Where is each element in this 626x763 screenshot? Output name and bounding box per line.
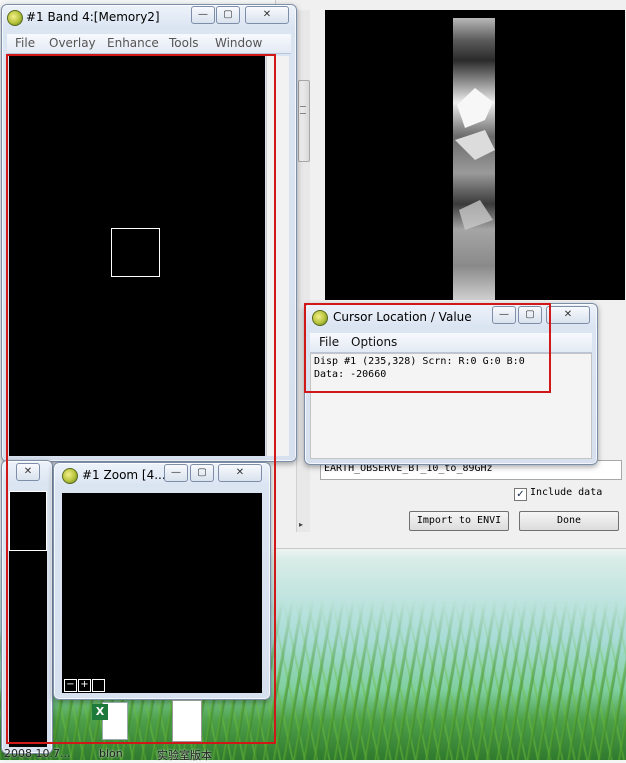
envi-app-icon — [62, 468, 78, 484]
desktop-label-lab-version[interactable]: 实验室版本 — [157, 747, 212, 763]
zoom-window[interactable]: #1 Zoom [4... — ▢ ✕ − + — [53, 462, 271, 700]
cursor-data-line: Data: -20660 — [314, 369, 387, 380]
band-window-scrollbar[interactable] — [266, 56, 289, 456]
scroll-window-close-button[interactable]: ✕ — [16, 463, 40, 481]
maximize-button[interactable]: ▢ — [518, 306, 542, 324]
cursor-window-menubar: File Options — [310, 333, 592, 353]
maximize-button[interactable]: ▢ — [216, 6, 240, 24]
band-window[interactable]: #1 Band 4:[Memory2] — ▢ ✕ File Overlay E… — [1, 4, 297, 462]
desktop-label-2008[interactable]: 2008 10.7... — [4, 747, 70, 760]
menu-file[interactable]: File — [319, 335, 339, 349]
cursor-window-title: Cursor Location / Value — [333, 310, 472, 324]
menu-enhance[interactable]: Enhance — [107, 36, 159, 50]
done-button[interactable]: Done — [519, 511, 619, 531]
band-window-title: #1 Band 4:[Memory2] — [26, 10, 160, 24]
cursor-value-display: Disp #1 (235,328) Scrn: R:0 G:0 B:0 Data… — [310, 353, 592, 459]
minimize-button[interactable]: — — [492, 306, 516, 324]
scroll-locator-box[interactable] — [9, 491, 47, 551]
scroll-window[interactable]: ✕ — [1, 460, 53, 754]
zoom-locator-box[interactable] — [111, 228, 160, 277]
zoom-in-icon[interactable]: + — [78, 679, 91, 692]
import-to-envi-button[interactable]: Import to ENVI — [409, 511, 509, 531]
include-data-checkbox[interactable]: ✓ — [514, 488, 527, 501]
scroll-right-arrow-icon[interactable]: ▸ — [299, 520, 303, 529]
menu-overlay[interactable]: Overlay — [49, 36, 96, 50]
document-icon — [172, 700, 202, 742]
menu-file[interactable]: File — [15, 36, 35, 50]
cursor-position-line: Disp #1 (235,328) Scrn: R:0 G:0 B:0 — [314, 356, 525, 367]
zoom-window-titlebar[interactable]: #1 Zoom [4... — ▢ ✕ — [54, 463, 270, 487]
menu-options[interactable]: Options — [351, 335, 397, 349]
maximize-button[interactable]: ▢ — [190, 464, 214, 482]
zoom-reset-icon[interactable] — [92, 679, 105, 692]
close-button[interactable]: ✕ — [245, 6, 289, 24]
close-button[interactable]: ✕ — [546, 306, 590, 324]
excel-badge-icon: X — [92, 704, 108, 720]
satellite-strip-image — [453, 18, 495, 300]
menu-window[interactable]: Window — [215, 36, 262, 50]
scroll-grip-icon — [300, 106, 306, 114]
band-window-menubar: File Overlay Enhance Tools Window — [7, 34, 291, 54]
import-dialog: ▸ EARTH_OBSERVE_BT_10_to_89GHz ✓ Include… — [275, 0, 626, 549]
envi-app-icon — [312, 310, 328, 326]
band-window-titlebar[interactable]: #1 Band 4:[Memory2] — ▢ ✕ — [2, 5, 296, 29]
menu-tools[interactable]: Tools — [169, 36, 199, 50]
cursor-window-titlebar[interactable]: Cursor Location / Value — ▢ ✕ — [305, 304, 597, 328]
band-image-canvas[interactable] — [9, 56, 265, 456]
zoom-out-icon[interactable]: − — [64, 679, 77, 692]
minimize-button[interactable]: — — [191, 6, 215, 24]
close-button[interactable]: ✕ — [218, 464, 262, 482]
excel-file-icon[interactable]: X — [92, 702, 128, 742]
zoom-image-canvas[interactable]: − + — [62, 493, 262, 693]
scroll-thumb[interactable] — [298, 80, 310, 162]
cursor-location-window[interactable]: Cursor Location / Value — ▢ ✕ File Optio… — [304, 303, 598, 465]
scroll-image-canvas[interactable] — [9, 491, 47, 747]
include-data-label: Include data — [530, 487, 603, 498]
document-icon[interactable] — [170, 700, 204, 742]
desktop-label-blon[interactable]: blon — [99, 747, 123, 760]
minimize-button[interactable]: — — [164, 464, 188, 482]
zoom-window-title: #1 Zoom [4... — [82, 468, 166, 482]
image-preview — [325, 10, 625, 300]
envi-app-icon — [7, 10, 23, 26]
